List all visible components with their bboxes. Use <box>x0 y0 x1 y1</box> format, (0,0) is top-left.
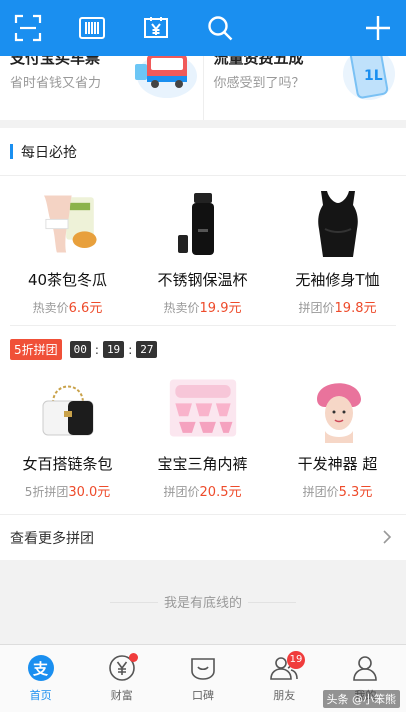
product-card[interactable]: 无袖修身T恤 拼团价19.8元 <box>270 177 405 316</box>
chain-bag-product-image <box>33 373 103 443</box>
view-more-label: 查看更多拼团 <box>10 530 94 547</box>
timer-colon: : <box>128 342 133 357</box>
row-divider <box>10 325 396 326</box>
promo-strip: 支付宝买车票 省时省钱又省力 流量资费五成 你感受到了吗？ 1L <box>0 56 406 120</box>
scan-icon[interactable] <box>10 10 46 46</box>
footer-rule-right <box>248 602 296 603</box>
end-of-feed-note: 我是有底线的 <box>163 596 242 611</box>
promo-card-data-plan[interactable]: 流量资费五成 你感受到了吗？ 1L <box>202 56 406 120</box>
hair-towel-product-image <box>303 373 373 443</box>
product-row-2: 女百搭链条包 5折拼团30.0元 宝宝三角内裤 拼团价20.5元 干发神器 超 … <box>0 361 406 500</box>
koubei-icon <box>188 653 218 683</box>
section-header: 每日必抢 <box>0 128 406 176</box>
thermos-product-image <box>168 189 238 259</box>
phone-illustration-icon: 1L <box>336 56 402 110</box>
price-value: 20.5元 <box>199 485 242 500</box>
product-name: 无袖修身T恤 <box>295 271 380 289</box>
search-icon[interactable] <box>202 10 238 46</box>
tab-wealth[interactable]: 财富 <box>81 645 162 712</box>
tab-label: 首页 <box>29 689 52 702</box>
bottom-tab-bar: 支 首页 财富 口碑 19 朋友 头条 @小笨熊 <box>0 644 406 712</box>
promo-card-train-ticket[interactable]: 支付宝买车票 省时省钱又省力 <box>0 56 203 120</box>
product-name: 40茶包冬瓜 <box>27 271 108 289</box>
yuan-card-icon[interactable] <box>138 10 174 46</box>
price-label: 拼团价 <box>163 485 200 499</box>
view-more-group-buy[interactable]: 查看更多拼团 <box>0 514 406 560</box>
daily-deals-section: 每日必抢 40茶包冬瓜 热卖价6.6元 不锈钢保温杯 热卖价19.9元 无袖修身… <box>0 128 406 560</box>
product-price: 拼团价19.8元 <box>299 297 377 316</box>
price-label: 拼团价 <box>302 485 339 499</box>
section-accent-bar <box>10 144 13 159</box>
top-bar-left-icons <box>10 10 238 46</box>
me-icon <box>350 653 380 683</box>
product-name: 宝宝三角内裤 <box>157 455 248 473</box>
price-value: 30.0元 <box>68 485 111 500</box>
promo-title: 流量资费五成 <box>213 56 304 67</box>
product-price: 拼团价5.3元 <box>303 481 373 500</box>
price-value: 19.9元 <box>199 301 242 316</box>
product-card[interactable]: 宝宝三角内裤 拼团价20.5元 <box>135 361 270 500</box>
tab-label: 财富 <box>110 689 133 702</box>
timer-colon: : <box>94 342 99 357</box>
flash-sale-timer: 5折拼团 00 : 19 : 27 <box>10 339 158 360</box>
product-card[interactable]: 不锈钢保温杯 热卖价19.9元 <box>135 177 270 316</box>
product-row-1: 40茶包冬瓜 热卖价6.6元 不锈钢保温杯 热卖价19.9元 无袖修身T恤 拼团… <box>0 177 406 316</box>
tab-label: 朋友 <box>273 689 296 702</box>
product-name: 女百搭链条包 <box>22 455 113 473</box>
product-price: 热卖价6.6元 <box>33 297 103 316</box>
tab-label: 口碑 <box>192 689 214 702</box>
timer-hours: 00 <box>69 341 91 358</box>
product-name: 不锈钢保温杯 <box>157 271 248 289</box>
product-card[interactable]: 干发神器 超 拼团价5.3元 <box>270 361 405 500</box>
product-price: 拼团价20.5元 <box>164 481 242 500</box>
tab-koubei[interactable]: 口碑 <box>162 645 243 712</box>
tea-bag-product-image <box>33 189 103 259</box>
section-title: 每日必抢 <box>21 144 77 161</box>
price-value: 19.8元 <box>334 301 377 316</box>
bus-illustration-icon <box>131 56 199 106</box>
friends-count-badge: 19 <box>286 651 306 669</box>
watermark: 头条 @小笨熊 <box>322 690 400 708</box>
product-card[interactable]: 女百搭链条包 5折拼团30.0元 <box>0 361 135 500</box>
product-name: 干发神器 超 <box>297 455 378 473</box>
discount-badge: 5折拼团 <box>10 339 62 360</box>
chevron-right-icon <box>383 530 392 544</box>
baby-underwear-product-image <box>168 373 238 443</box>
product-price: 热卖价19.9元 <box>164 297 242 316</box>
price-label: 热卖价 <box>32 301 69 315</box>
product-price: 5折拼团30.0元 <box>25 481 111 500</box>
svg-text:支: 支 <box>32 660 49 678</box>
price-label: 热卖价 <box>163 301 200 315</box>
promo-subtitle: 省时省钱又省力 <box>10 76 102 91</box>
svg-text:1L: 1L <box>364 68 383 84</box>
plus-icon[interactable] <box>360 10 396 46</box>
timer-seconds: 27 <box>136 341 158 358</box>
price-value: 6.6元 <box>68 301 103 316</box>
top-bar <box>0 0 406 56</box>
promo-title: 支付宝买车票 <box>10 56 101 67</box>
price-label: 5折拼团 <box>24 485 69 499</box>
price-label: 拼团价 <box>298 301 335 315</box>
barcode-icon[interactable] <box>74 10 110 46</box>
price-value: 5.3元 <box>338 485 373 500</box>
tab-home[interactable]: 支 首页 <box>0 645 81 712</box>
promo-subtitle: 你感受到了吗？ <box>213 76 305 91</box>
home-zhi-icon: 支 <box>26 653 56 683</box>
notification-dot <box>129 653 139 662</box>
product-card[interactable]: 40茶包冬瓜 热卖价6.6元 <box>0 177 135 316</box>
timer-minutes: 19 <box>102 341 125 358</box>
tank-top-product-image <box>303 189 373 259</box>
tab-friends[interactable]: 19 朋友 <box>244 645 325 712</box>
